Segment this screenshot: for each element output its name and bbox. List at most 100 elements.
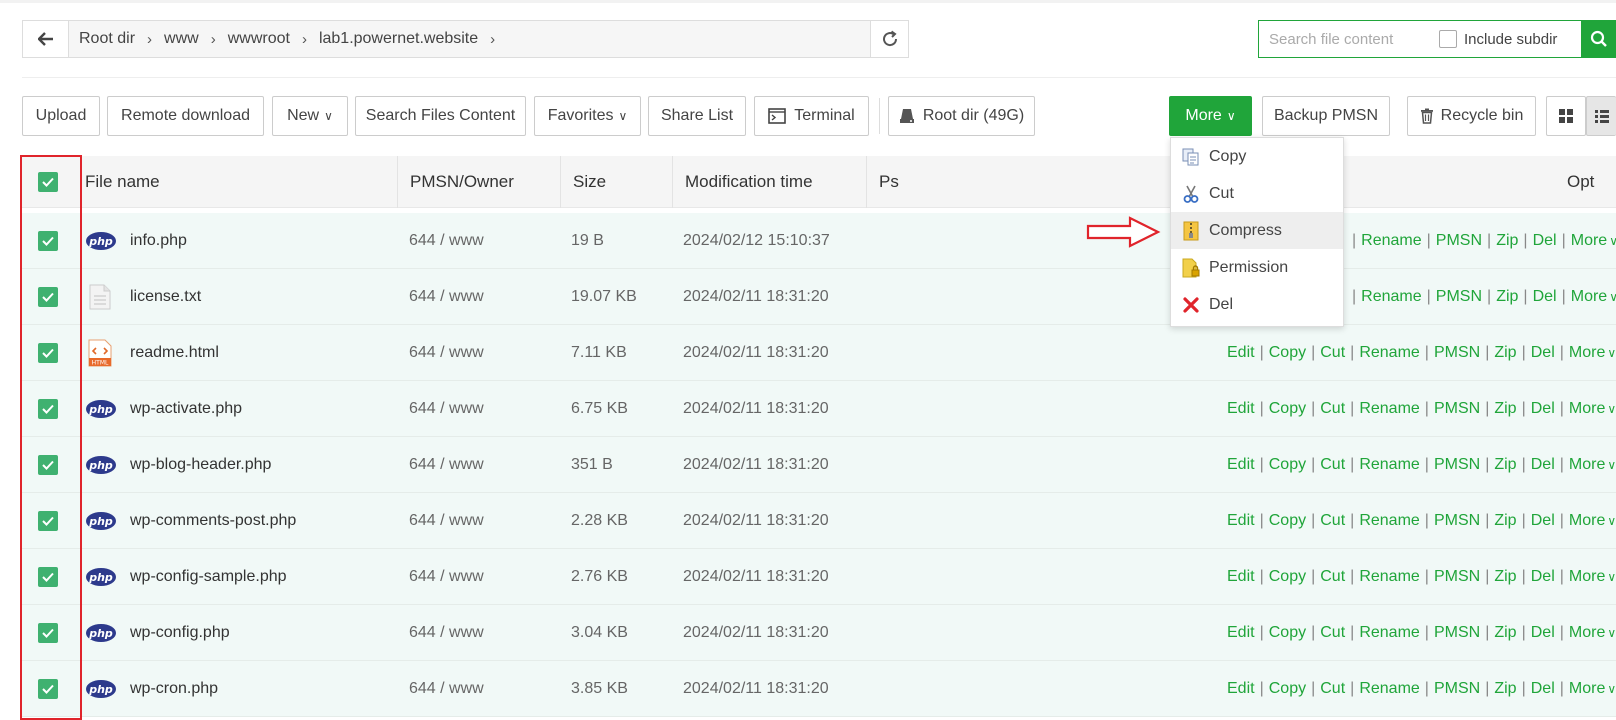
file-name[interactable]: license.txt [130,269,201,325]
header-mtime[interactable]: Modification time [672,156,813,208]
cut-link[interactable]: Cut [1320,344,1345,362]
breadcrumb-item[interactable]: Root dir [77,30,143,48]
header-owner[interactable]: PMSN/Owner [397,156,514,208]
cut-link[interactable]: Cut [1320,568,1345,586]
table-row[interactable]: license.txt 644 / www 19.07 KB 2024/02/1… [22,269,1616,325]
rename-link[interactable]: Rename [1359,456,1419,474]
rename-link[interactable]: Rename [1359,568,1419,586]
file-name[interactable]: info.php [130,213,187,269]
zip-link[interactable]: Zip [1494,400,1516,418]
edit-link[interactable]: Edit [1227,456,1255,474]
del-link[interactable]: Del [1531,568,1555,586]
share-list-button[interactable]: Share List [648,96,746,136]
del-link[interactable]: Del [1531,512,1555,530]
edit-link[interactable]: Edit [1227,568,1255,586]
table-row[interactable]: php info.php 644 / www 19 B 2024/02/12 1… [22,213,1616,269]
del-link[interactable]: Del [1531,624,1555,642]
search-input[interactable] [1259,21,1435,57]
menu-item-delete[interactable]: Del [1171,286,1343,323]
file-name[interactable]: wp-config-sample.php [130,549,287,605]
cut-link[interactable]: Cut [1320,456,1345,474]
table-row[interactable]: php wp-activate.php 644 / www 6.75 KB 20… [22,381,1616,437]
rename-link[interactable]: Rename [1359,624,1419,642]
del-link[interactable]: Del [1531,680,1555,698]
breadcrumb-item[interactable]: www [162,30,207,48]
include-subdir-option[interactable]: Include subdir [1435,21,1557,57]
new-button[interactable]: New ∨ [272,96,348,136]
edit-link[interactable]: Edit [1227,512,1255,530]
more-button[interactable]: More ∨ [1169,96,1252,136]
rename-link[interactable]: Rename [1361,232,1421,250]
more-link[interactable]: More [1569,344,1605,362]
table-row[interactable]: HTML readme.html 644 / www 7.11 KB 2024/… [22,325,1616,381]
terminal-button[interactable]: Terminal [754,96,869,136]
copy-link[interactable]: Copy [1269,680,1306,698]
table-row[interactable]: php wp-comments-post.php 644 / www 2.28 … [22,493,1616,549]
rename-link[interactable]: Rename [1359,400,1419,418]
del-link[interactable]: Del [1533,288,1557,306]
pmsn-link[interactable]: PMSN [1436,288,1482,306]
table-row[interactable]: php wp-cron.php 644 / www 3.85 KB 2024/0… [22,661,1616,717]
del-link[interactable]: Del [1531,400,1555,418]
back-button[interactable] [23,21,69,57]
search-button[interactable] [1581,20,1616,58]
file-name[interactable]: readme.html [130,325,219,381]
copy-link[interactable]: Copy [1269,456,1306,474]
pmsn-link[interactable]: PMSN [1434,568,1480,586]
more-link[interactable]: More [1569,568,1605,586]
del-link[interactable]: Del [1533,232,1557,250]
file-name[interactable]: wp-activate.php [130,381,242,437]
favorites-button[interactable]: Favorites ∨ [534,96,641,136]
del-link[interactable]: Del [1531,344,1555,362]
more-link[interactable]: More [1569,456,1605,474]
zip-link[interactable]: Zip [1494,624,1516,642]
copy-link[interactable]: Copy [1269,624,1306,642]
edit-link[interactable]: Edit [1227,344,1255,362]
pmsn-link[interactable]: PMSN [1436,232,1482,250]
file-name[interactable]: wp-config.php [130,605,230,661]
refresh-button[interactable] [870,21,908,57]
file-name[interactable]: wp-cron.php [130,661,218,717]
cut-link[interactable]: Cut [1320,400,1345,418]
header-size[interactable]: Size [560,156,606,208]
edit-link[interactable]: Edit [1227,680,1255,698]
edit-link[interactable]: Edit [1227,400,1255,418]
menu-item-cut[interactable]: Cut [1171,175,1343,212]
del-link[interactable]: Del [1531,456,1555,474]
zip-link[interactable]: Zip [1494,512,1516,530]
upload-button[interactable]: Upload [22,96,100,136]
file-name[interactable]: wp-comments-post.php [130,493,296,549]
table-row[interactable]: php wp-config.php 644 / www 3.04 KB 2024… [22,605,1616,661]
rename-link[interactable]: Rename [1361,288,1421,306]
cut-link[interactable]: Cut [1320,624,1345,642]
pmsn-link[interactable]: PMSN [1434,512,1480,530]
pmsn-link[interactable]: PMSN [1434,344,1480,362]
zip-link[interactable]: Zip [1494,456,1516,474]
more-link[interactable]: More [1571,288,1607,306]
cut-link[interactable]: Cut [1320,680,1345,698]
zip-link[interactable]: Zip [1496,288,1518,306]
breadcrumb-item[interactable]: wwwroot [226,30,298,48]
list-view-button[interactable] [1586,96,1616,136]
pmsn-link[interactable]: PMSN [1434,624,1480,642]
header-file-name[interactable]: File name [85,156,160,208]
pmsn-link[interactable]: PMSN [1434,680,1480,698]
table-row[interactable]: php wp-config-sample.php 644 / www 2.76 … [22,549,1616,605]
menu-item-compress[interactable]: Compress [1171,212,1343,249]
backup-pmsn-button[interactable]: Backup PMSN [1262,96,1390,136]
more-link[interactable]: More [1569,512,1605,530]
zip-link[interactable]: Zip [1494,344,1516,362]
more-link[interactable]: More [1571,232,1607,250]
table-row[interactable]: php wp-blog-header.php 644 / www 351 B 2… [22,437,1616,493]
zip-link[interactable]: Zip [1496,232,1518,250]
recycle-bin-button[interactable]: Recycle bin [1407,96,1536,136]
rename-link[interactable]: Rename [1359,680,1419,698]
pmsn-link[interactable]: PMSN [1434,456,1480,474]
include-subdir-checkbox[interactable] [1439,30,1457,48]
grid-view-button[interactable] [1546,96,1586,136]
zip-link[interactable]: Zip [1494,568,1516,586]
file-name[interactable]: wp-blog-header.php [130,437,271,493]
breadcrumb-item[interactable]: lab1.powernet.website [317,30,486,48]
menu-item-copy[interactable]: Copy [1171,138,1343,175]
remote-download-button[interactable]: Remote download [107,96,264,136]
